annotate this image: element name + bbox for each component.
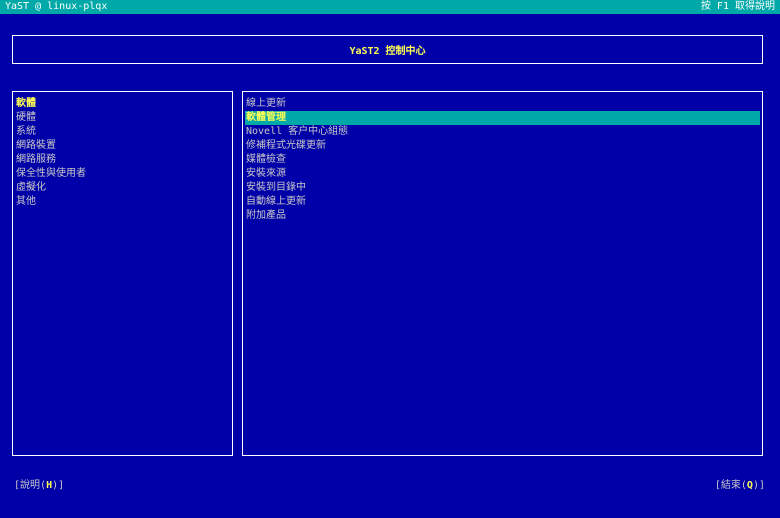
category-item-misc[interactable]: 其他 [15, 195, 230, 209]
module-item-software-management[interactable]: 軟體管理 [245, 111, 760, 125]
f1-help-hint: 按 F1 取得說明 [700, 1, 775, 12]
host-label: YaST @ linux-plqx [5, 1, 108, 12]
module-list[interactable]: 線上更新 軟體管理 Novell 客户中心組態 修補程式光碟更新 媒體檢查 安裝… [243, 92, 762, 223]
module-item-installation-source[interactable]: 安裝來源 [245, 167, 760, 181]
category-item-network-services[interactable]: 網路服務 [15, 153, 230, 167]
category-item-software[interactable]: 軟體 [15, 97, 230, 111]
bracket-close: )] [52, 480, 65, 491]
module-item-customer-center[interactable]: Novell 客户中心組態 [245, 125, 760, 139]
category-list-panel[interactable]: 軟體 硬體 系統 網路裝置 網路服務 保全性與使用者 虛擬化 其他 [12, 91, 233, 456]
module-item-patch-cd-update[interactable]: 修補程式光碟更新 [245, 139, 760, 153]
category-item-security-users[interactable]: 保全性與使用者 [15, 167, 230, 181]
quit-button-label: 結束( [720, 480, 747, 491]
module-item-online-update[interactable]: 線上更新 [245, 97, 760, 111]
module-list-panel[interactable]: 線上更新 軟體管理 Novell 客户中心組態 修補程式光碟更新 媒體檢查 安裝… [242, 91, 763, 456]
top-status-bar: YaST @ linux-plqx 按 F1 取得說明 [0, 0, 780, 14]
module-item-add-on-products[interactable]: 附加產品 [245, 209, 760, 223]
page-title: YaST2 控制中心 [349, 46, 426, 57]
quit-button[interactable]: [結束(Q)] [715, 476, 765, 491]
module-item-auto-online-update[interactable]: 自動線上更新 [245, 195, 760, 209]
category-item-hardware[interactable]: 硬體 [15, 111, 230, 125]
module-item-media-check[interactable]: 媒體檢查 [245, 153, 760, 167]
page-title-box: YaST2 控制中心 [12, 35, 763, 64]
help-button[interactable]: [說明(H)] [14, 476, 64, 491]
module-item-install-into-directory[interactable]: 安裝到目錄中 [245, 181, 760, 195]
category-list[interactable]: 軟體 硬體 系統 網路裝置 網路服務 保全性與使用者 虛擬化 其他 [13, 92, 232, 209]
help-button-label: 說明( [20, 480, 47, 491]
bracket-close: )] [752, 480, 765, 491]
category-item-system[interactable]: 系統 [15, 125, 230, 139]
category-item-network-devices[interactable]: 網路裝置 [15, 139, 230, 153]
category-item-virtualization[interactable]: 虛擬化 [15, 181, 230, 195]
